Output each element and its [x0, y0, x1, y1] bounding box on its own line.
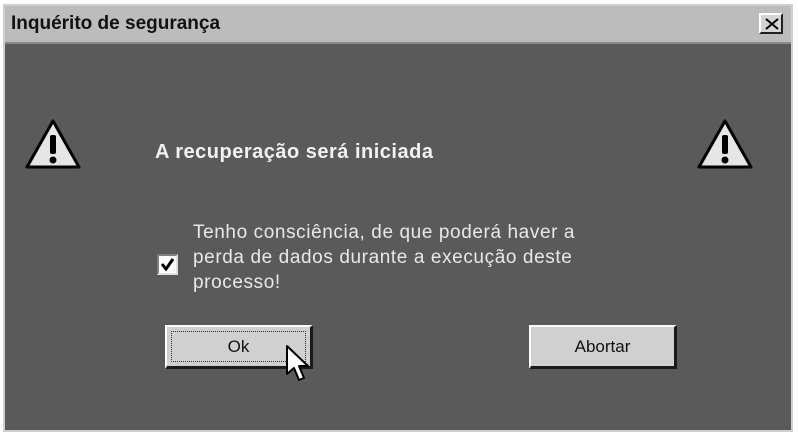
warning-icon [697, 119, 753, 169]
abort-button-label: Abortar [574, 336, 631, 356]
mouse-pointer-icon [285, 344, 311, 389]
abort-button[interactable]: Abortar [529, 325, 677, 369]
warning-icon-left [25, 118, 81, 175]
confirmation-checkbox[interactable] [157, 254, 178, 275]
close-icon [765, 18, 779, 30]
window-title: Inquérito de segurança [11, 13, 221, 34]
close-button[interactable] [759, 13, 783, 34]
title-bar[interactable]: Inquérito de segurança [5, 6, 791, 44]
security-dialog: Inquérito de segurança A recuperação ser… [3, 4, 793, 432]
warning-icon-right [697, 118, 753, 175]
warning-icon [25, 119, 81, 169]
checkmark-icon [160, 258, 175, 272]
dialog-heading: A recuperação será iniciada [155, 141, 434, 163]
confirmation-text[interactable]: Tenho consciência, de que poderá haver a… [193, 220, 613, 295]
